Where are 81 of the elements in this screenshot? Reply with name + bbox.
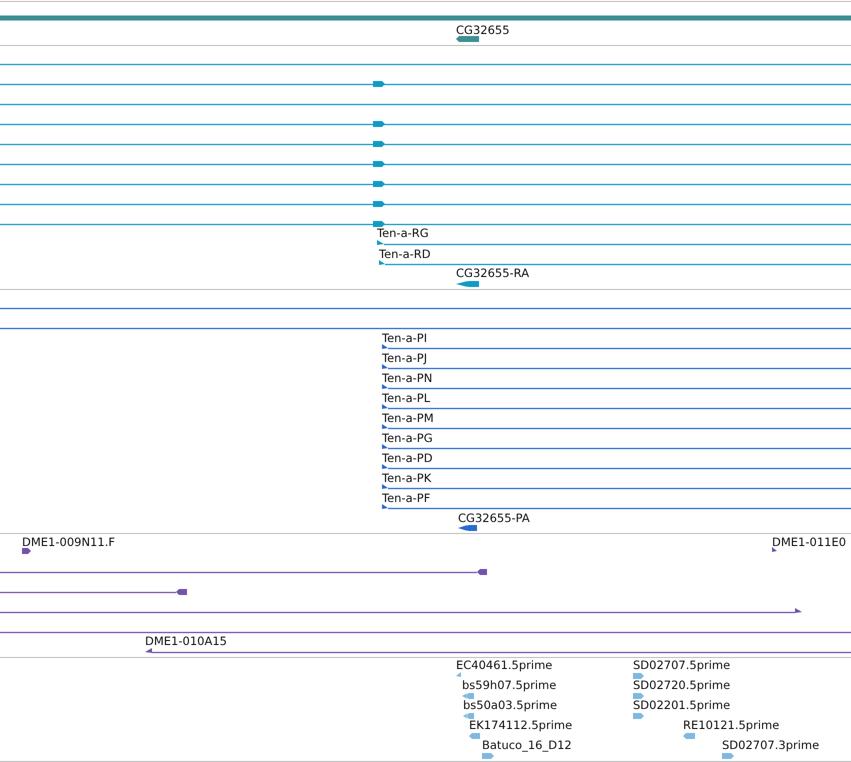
exon-arrow-icon[interactable] [382, 464, 388, 469]
feature-label: bs59h07.5prime [462, 678, 556, 692]
feature-label: SD02707.3prime [722, 738, 820, 752]
feature-label: Batuco_16_D12 [482, 738, 572, 752]
exon-arrow-icon[interactable] [373, 221, 385, 227]
transcript-line[interactable] [388, 408, 851, 410]
transcript-line[interactable] [152, 652, 851, 654]
transcript-line[interactable] [0, 204, 851, 206]
exon-arrow-icon[interactable] [145, 648, 152, 653]
transcript-line[interactable] [0, 164, 851, 166]
transcript-line[interactable] [388, 368, 851, 370]
transcript-line[interactable] [0, 328, 851, 330]
feature-label: RE10121.5prime [683, 718, 780, 732]
feature-label: Ten-a-RD [379, 247, 431, 261]
transcript-line[interactable] [0, 124, 851, 126]
exon-arrow-icon[interactable] [377, 240, 384, 245]
transcript-line[interactable] [388, 508, 851, 510]
transcript-line[interactable] [388, 468, 851, 470]
transcript-line[interactable] [388, 348, 851, 350]
transcript-line[interactable] [0, 184, 851, 186]
exon-arrow-icon[interactable] [382, 484, 388, 489]
feature-label: EK174112.5prime [469, 718, 572, 732]
transcript-line[interactable] [0, 308, 851, 310]
feature-label: DME1-009N11.F [22, 535, 115, 549]
transcript-line[interactable] [0, 104, 851, 106]
exon-arrow-icon[interactable] [772, 547, 777, 552]
feature-label: Ten-a-PG [382, 431, 433, 445]
exon-arrow-icon[interactable] [382, 364, 388, 369]
feature-label: Ten-a-PK [382, 471, 432, 485]
exon-arrow-icon[interactable] [382, 404, 388, 409]
feature-label: CG32655-PA [458, 511, 530, 525]
feature-label: Ten-a-PD [382, 451, 433, 465]
feature-label: SD02201.5prime [633, 698, 730, 712]
transcript-line[interactable] [0, 592, 176, 594]
feature-label: Ten-a-PL [382, 391, 430, 405]
exon-arrow-icon[interactable] [22, 548, 31, 554]
transcript-line[interactable] [388, 448, 851, 450]
feature-label: CG32655-RA [456, 266, 530, 280]
feature-label: bs50a03.5prime [463, 698, 558, 712]
feature-label: EC40461.5prime [456, 658, 552, 672]
transcript-line[interactable] [385, 264, 851, 266]
transcript-line[interactable] [384, 244, 851, 246]
exon-arrow-icon[interactable] [373, 201, 385, 207]
exon-arrow-icon[interactable] [382, 504, 388, 509]
feature-label: Ten-a-RG [377, 226, 429, 240]
exon-arrow-icon[interactable] [382, 344, 388, 349]
feature-label: Ten-a-PJ [382, 351, 428, 365]
exon-arrow-icon[interactable] [373, 81, 385, 87]
exon-arrow-icon[interactable] [382, 424, 388, 429]
exon-arrow-icon[interactable] [456, 36, 479, 42]
exon-arrow-icon[interactable] [382, 444, 388, 449]
exon-arrow-icon[interactable] [176, 589, 187, 595]
exon-arrow-icon[interactable] [795, 608, 802, 613]
feature-label: Ten-a-PI [382, 331, 428, 345]
transcript-line[interactable] [0, 64, 851, 66]
exon-arrow-icon[interactable] [373, 121, 385, 127]
transcript-line[interactable] [0, 632, 851, 634]
transcript-line[interactable] [388, 388, 851, 390]
transcript-line[interactable] [388, 488, 851, 490]
exon-arrow-icon[interactable] [379, 260, 385, 265]
exon-arrow-icon[interactable] [477, 569, 487, 575]
feature-label: DME1-011E0 [772, 535, 846, 549]
transcript-line[interactable] [0, 84, 851, 86]
feature-label: SD02720.5prime [633, 678, 730, 692]
exon-arrow-icon[interactable] [373, 141, 385, 147]
feature-label: Ten-a-PF [382, 491, 430, 505]
feature-label: Ten-a-PM [382, 411, 434, 425]
transcript-line[interactable] [0, 144, 851, 146]
transcript-line[interactable] [0, 224, 851, 226]
exon-arrow-icon[interactable] [373, 181, 385, 187]
feature-label: CG32655 [456, 23, 510, 37]
feature-label: SD02707.5prime [633, 658, 730, 672]
exon-arrow-icon[interactable] [373, 161, 385, 167]
feature-label: Ten-a-PN [382, 371, 432, 385]
transcript-line[interactable] [0, 572, 477, 574]
exon-arrow-icon[interactable] [458, 525, 477, 531]
transcript-line[interactable] [0, 612, 795, 614]
exon-arrow-icon[interactable] [456, 281, 479, 287]
transcript-line[interactable] [388, 428, 851, 430]
feature-label: DME1-010A15 [145, 634, 227, 648]
exon-arrow-icon[interactable] [382, 384, 388, 389]
